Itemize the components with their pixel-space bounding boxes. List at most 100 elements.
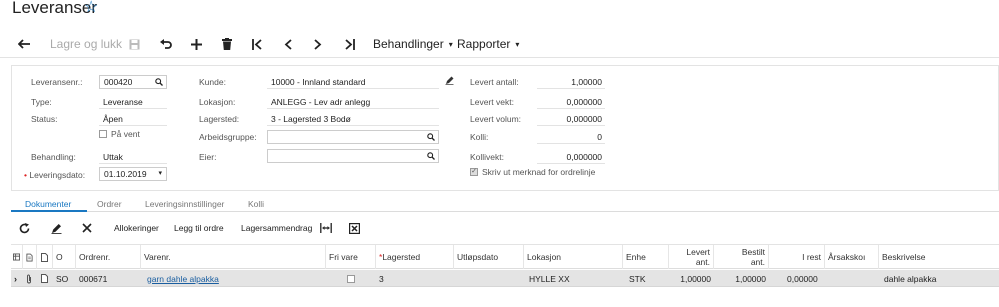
shipped-qty-label: Levert antall: [470,77,519,87]
packages-label: Kolli: [470,132,489,142]
col-header-o[interactable]: O [53,245,76,269]
cell-expiry [454,270,524,287]
back-icon[interactable] [18,30,31,58]
location-label: Lokasjon: [199,97,236,107]
shipped-weight-label: Levert vekt: [470,97,514,107]
tab-packages[interactable]: Kolli [248,199,264,209]
delivery-date-input[interactable]: 01.10.2019 ▾ [99,167,167,181]
undo-icon[interactable] [159,30,172,58]
cell-reason [825,270,879,287]
cell-o: SO [56,273,69,284]
type-underline [99,108,167,109]
delete-icon[interactable] [222,30,232,58]
allocations-button[interactable]: Allokeringer [114,218,159,238]
package-weight-underline [537,163,605,164]
save-close-button[interactable]: Lagre og lukk [50,30,122,58]
shipment-nr-input[interactable]: 000420 [99,75,167,89]
packages-underline [537,143,605,144]
last-record-icon[interactable] [344,30,355,58]
attachment-icon[interactable] [23,270,37,287]
warehouse-underline [267,125,439,126]
chevron-down-icon: ▾ [448,39,453,49]
status-label: Status: [31,114,58,124]
col-header-item-nr[interactable]: Varenr. [141,245,326,269]
cell-item-nr-link[interactable]: garn dahle alpakka [144,270,324,287]
tab-orders[interactable]: Ordrer [97,199,122,209]
shipped-volume-value: 0,000000 [566,114,602,124]
previous-record-icon[interactable] [284,30,292,58]
edit-icon[interactable] [51,218,62,238]
col-header-shipped-qty-1: Levert [686,247,710,257]
chevron-down-icon[interactable]: ▾ [158,168,162,180]
tab-shipping-settings[interactable]: Leveringsinnstillinger [145,199,224,209]
col-header-shipped-qty-2: ant. [695,257,710,267]
col-header-ordered-qty[interactable]: Bestilt ant. [714,245,769,269]
packages-value: 0 [597,132,602,142]
col-header-warehouse[interactable]: * Lagersted [376,245,454,269]
col-header-warehouse-text: Lagersted [382,252,421,262]
grid-header: O Ordrenr. Varenr. Fri vare * Lagersted U… [11,244,999,269]
stock-summary-button[interactable]: Lagersammendrag [241,218,312,238]
on-hold-checkbox-box[interactable] [99,130,107,138]
operation-underline [99,163,167,164]
col-header-order-nr[interactable]: Ordrenr. [76,245,141,269]
status-underline [99,125,167,126]
col-header-free-item[interactable]: Fri vare [326,245,376,269]
on-hold-label: På vent [111,129,140,139]
customer-underline [267,88,439,89]
shipment-nr-value: 000420 [104,77,133,87]
on-hold-checkbox[interactable]: På vent [99,129,140,139]
cell-remaining: 0,00000 [787,273,818,284]
search-icon[interactable] [155,78,163,86]
col-header-description[interactable]: Beskrivelse [879,245,999,269]
col-header-ordered-qty-1: Bestilt [741,247,765,257]
tab-divider [11,211,999,212]
actions-menu[interactable]: Behandlinger ▾ [373,30,453,58]
shipped-volume-underline [537,125,605,126]
cell-free-item[interactable] [326,270,376,287]
files-header-icon [23,245,37,269]
col-header-reason[interactable]: Årsakskoı [825,245,879,269]
operation-value: Uttak [103,152,123,162]
shipped-qty-value: 1,00000 [571,77,602,87]
delivery-date-label-text: Leveringsdato: [29,170,86,180]
favorite-star-icon[interactable]: ☆ [84,0,98,17]
delete-row-icon[interactable] [82,218,92,238]
export-excel-icon[interactable] [349,218,360,238]
first-record-icon[interactable] [252,30,263,58]
col-header-remaining[interactable]: I rest [769,245,825,269]
shipped-weight-value: 0,000000 [566,97,602,107]
col-header-shipped-qty[interactable]: Levert ant. [669,245,714,269]
next-record-icon[interactable] [314,30,322,58]
type-value: Leveranse [103,97,143,107]
customer-label: Kunde: [199,77,226,87]
col-header-location[interactable]: Lokasjon [524,245,623,269]
note-icon[interactable] [37,270,53,287]
cell-ordered-qty: 1,00000 [735,273,766,284]
col-header-unit[interactable]: Enhe [623,245,669,269]
save-icon[interactable] [129,30,140,58]
customer-value[interactable]: 10000 - Innland standard [271,77,366,87]
owner-input[interactable] [267,149,439,163]
reports-menu[interactable]: Rapporter ▾ [457,30,519,58]
warehouse-value: 3 - Lagersted 3 Bodø [271,114,351,124]
print-note-label: Skriv ut merknad for ordrelinje [482,167,596,177]
tab-documents[interactable]: Dokumenter [25,199,71,209]
fit-columns-icon[interactable] [320,218,332,238]
add-order-button[interactable]: Legg til ordre [174,218,224,238]
workgroup-input[interactable] [267,130,439,144]
col-header-expiry[interactable]: Utløpsdato [454,245,524,269]
delivery-date-label: • Leveringsdato: [24,170,86,180]
refresh-icon[interactable] [19,218,30,238]
location-underline [267,108,439,109]
table-row[interactable]: › SO 000671 garn dahle alpakka 3 HYLLE X… [11,270,999,287]
add-icon[interactable] [191,30,202,58]
free-item-checkbox[interactable] [347,274,355,283]
edit-pencil-icon[interactable] [445,76,454,85]
package-weight-label: Kollivekt: [470,152,505,162]
print-note-checkbox-box[interactable]: ✓ [470,168,478,176]
print-note-checkbox[interactable]: ✓ Skriv ut merknad for ordrelinje [470,167,595,177]
delivery-date-value: 01.10.2019 [104,169,147,179]
search-icon[interactable] [427,152,435,160]
search-icon[interactable] [427,133,435,141]
